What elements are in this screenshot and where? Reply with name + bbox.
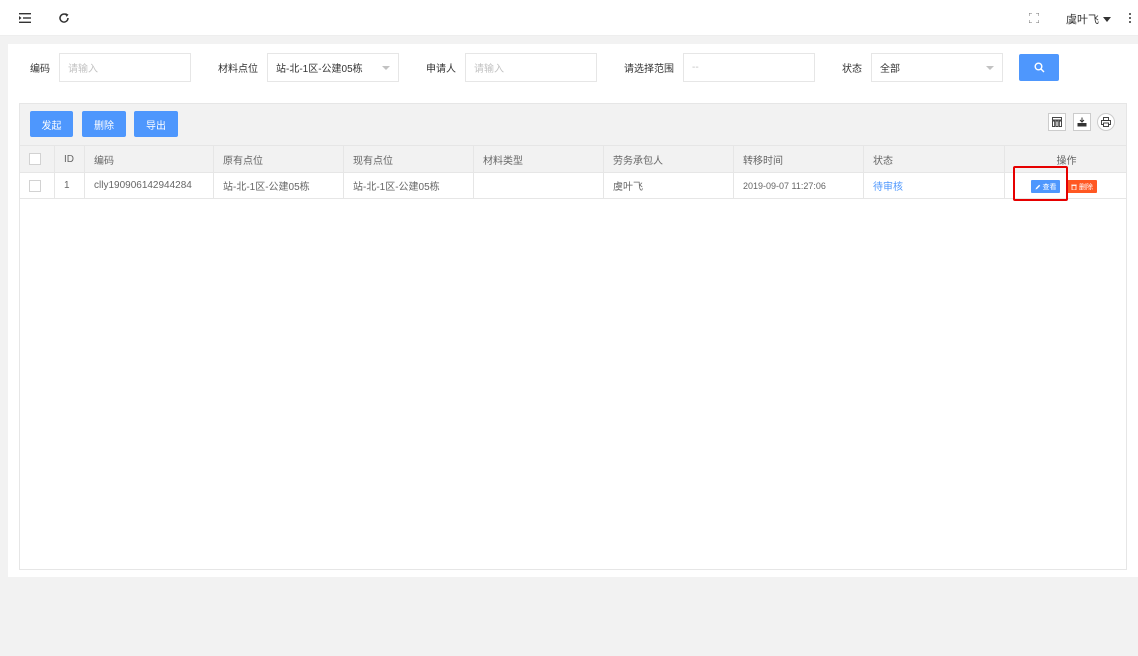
column-header-material-type: 材料类型	[473, 146, 603, 172]
select-all-cell	[20, 146, 54, 172]
range-label: 请选择范围	[624, 64, 674, 75]
location-value: 站-北-1区-公建05栋	[276, 64, 363, 75]
cell-status: 待审核	[863, 173, 1004, 198]
applicant-input[interactable]: 请输入	[465, 53, 597, 82]
export-button[interactable]: 导出	[134, 111, 178, 137]
code-placeholder: 请输入	[68, 64, 98, 75]
user-menu[interactable]: 虞叶飞	[1066, 11, 1111, 27]
column-header-current-location: 现有点位	[343, 146, 473, 172]
delete-label: 删除	[1079, 183, 1093, 191]
applicant-placeholder: 请输入	[474, 64, 504, 75]
cell-id: 1	[54, 173, 84, 198]
cell-transfer-time: 2019-09-07 11:27:06	[733, 173, 863, 198]
column-header-code: 编码	[84, 146, 213, 172]
column-header-id: ID	[54, 146, 84, 172]
cell-material-type	[473, 173, 603, 198]
status-label: 状态	[842, 64, 862, 75]
row-delete-button[interactable]: 删除	[1067, 180, 1097, 193]
more-vertical-icon[interactable]	[1122, 10, 1138, 26]
column-header-contractor: 劳务承包人	[603, 146, 733, 172]
status-link[interactable]: 待审核	[873, 178, 903, 193]
search-button[interactable]	[1019, 54, 1059, 81]
range-input[interactable]: --	[683, 53, 815, 82]
chevron-down-icon	[382, 66, 390, 70]
columns-icon[interactable]	[1048, 113, 1066, 131]
trash-icon	[1071, 184, 1077, 190]
code-label: 编码	[30, 64, 50, 75]
column-header-transfer-time: 转移时间	[733, 146, 863, 172]
column-header-original-location: 原有点位	[213, 146, 343, 172]
delete-button[interactable]: 删除	[82, 111, 126, 137]
cell-code: clly190906142944284	[84, 173, 213, 198]
top-bar: 虞叶飞	[0, 0, 1138, 36]
print-icon[interactable]	[1097, 113, 1115, 131]
row-checkbox[interactable]	[29, 179, 41, 192]
row-select-cell	[20, 173, 54, 198]
cell-contractor: 虞叶飞	[603, 173, 733, 198]
user-name: 虞叶飞	[1066, 14, 1099, 26]
chevron-down-icon	[986, 66, 994, 70]
fullscreen-icon[interactable]	[1026, 10, 1042, 26]
cell-original-location: 站-北-1区-公建05栋	[213, 173, 343, 198]
refresh-icon[interactable]	[56, 10, 72, 26]
applicant-label: 申请人	[426, 64, 456, 75]
menu-fold-icon[interactable]	[17, 10, 33, 26]
status-select[interactable]: 全部	[871, 53, 1003, 82]
column-header-status: 状态	[863, 146, 1004, 172]
table-toolbar: 发起 删除 导出	[20, 104, 1126, 146]
caret-down-icon	[1103, 16, 1111, 22]
location-label: 材料点位	[218, 64, 258, 75]
code-input[interactable]: 请输入	[59, 53, 191, 82]
table-row: 1 clly190906142944284 站-北-1区-公建05栋 站-北-1…	[20, 173, 1126, 199]
search-icon	[1034, 62, 1044, 73]
status-value: 全部	[880, 64, 900, 75]
initiate-button[interactable]: 发起	[30, 111, 73, 137]
range-placeholder: --	[692, 62, 699, 73]
data-table: 发起 删除 导出 ID 编码 原有点位 现有点位 材料类型 劳务承包人 转移时间…	[19, 103, 1127, 570]
highlight-box	[1013, 166, 1068, 201]
location-select[interactable]: 站-北-1区-公建05栋	[267, 53, 399, 82]
cell-current-location: 站-北-1区-公建05栋	[343, 173, 473, 198]
select-all-checkbox[interactable]	[29, 153, 41, 165]
export-icon[interactable]	[1073, 113, 1091, 131]
table-header: ID 编码 原有点位 现有点位 材料类型 劳务承包人 转移时间 状态 操作	[20, 146, 1126, 173]
